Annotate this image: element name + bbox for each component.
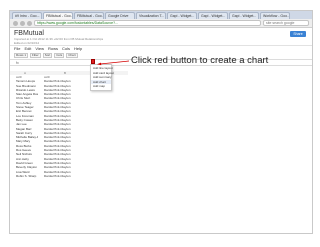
document-header: FBMutual Imported at 1 Oct 2012 11:36 +0… [10, 28, 312, 46]
chart-menu: Add line layout Add card layout Add summ… [90, 64, 114, 91]
menu-cols[interactable]: Cols [62, 46, 70, 52]
menu-edit[interactable]: Edit [24, 46, 31, 52]
address-bar-row: https://www.google.com/fusiontables/Data… [10, 19, 312, 28]
browser-tab[interactable]: Gapi - Widget... [229, 12, 259, 19]
reload-icon[interactable] [27, 20, 32, 26]
red-chart-button[interactable] [91, 59, 95, 64]
browser-tab[interactable]: Visualization T... [136, 12, 166, 19]
menu-view[interactable]: View [35, 46, 44, 52]
browser-tab[interactable]: Google Drive [105, 12, 135, 19]
browser-tab-strip: #9 Intro - Goo... FBMutual - Goo... FBMu… [10, 11, 312, 19]
share-button[interactable]: Share [290, 31, 306, 37]
browser-tab[interactable]: FBMutual - Goo... [74, 12, 104, 19]
cols-button[interactable]: Cols [54, 53, 65, 58]
browser-tab[interactable]: Gapi - Widget... [167, 12, 197, 19]
menu-rows[interactable]: Rows [48, 46, 58, 52]
menu-item-add-line-layout[interactable]: Add line layout [91, 66, 113, 71]
chart-dropdown[interactable]: Chart [66, 53, 78, 58]
table-cell-friend[interactable]: Damla Pinti-Clayton [38, 174, 86, 178]
sort-button[interactable]: Sort [42, 53, 53, 58]
menu-item-add-map[interactable]: Add map [91, 84, 111, 89]
rows-dropdown[interactable]: Rows 1 [14, 53, 29, 58]
arrow-icon [97, 60, 130, 66]
fx-label: fx [16, 60, 19, 65]
edit-info: Edited on 02/10/12 [14, 41, 40, 45]
back-icon[interactable] [13, 20, 18, 26]
menu-help[interactable]: Help [74, 46, 82, 52]
menu-item-add-summary[interactable]: Add summary [91, 75, 112, 80]
table-cell-name[interactable]: Robin S. Sharp [10, 174, 38, 178]
browser-tab-active[interactable]: FBMutual - Goo... [43, 12, 73, 19]
menu-file[interactable]: File [14, 46, 20, 52]
page-title: FBMutual [14, 30, 44, 37]
screenshot-frame: #9 Intro - Goo... FBMutual - Goo... FBMu… [9, 10, 313, 234]
annotation-text: Click red button to create a chart [131, 55, 269, 66]
browser-tab[interactable]: #9 Intro - Goo... [12, 12, 42, 19]
forward-icon[interactable] [20, 20, 25, 26]
table-row: Robin S. Sharp Damla Pinti-Clayton [10, 174, 128, 178]
browser-tab[interactable]: Workflow - Goo... [260, 12, 290, 19]
url-input[interactable]: https://www.google.com/fusiontables/Data… [34, 20, 261, 26]
browser-search-input[interactable]: site search google [263, 20, 309, 26]
filter-button[interactable]: Filter [30, 53, 41, 58]
browser-tab[interactable]: Gapi - Widget... [198, 12, 228, 19]
